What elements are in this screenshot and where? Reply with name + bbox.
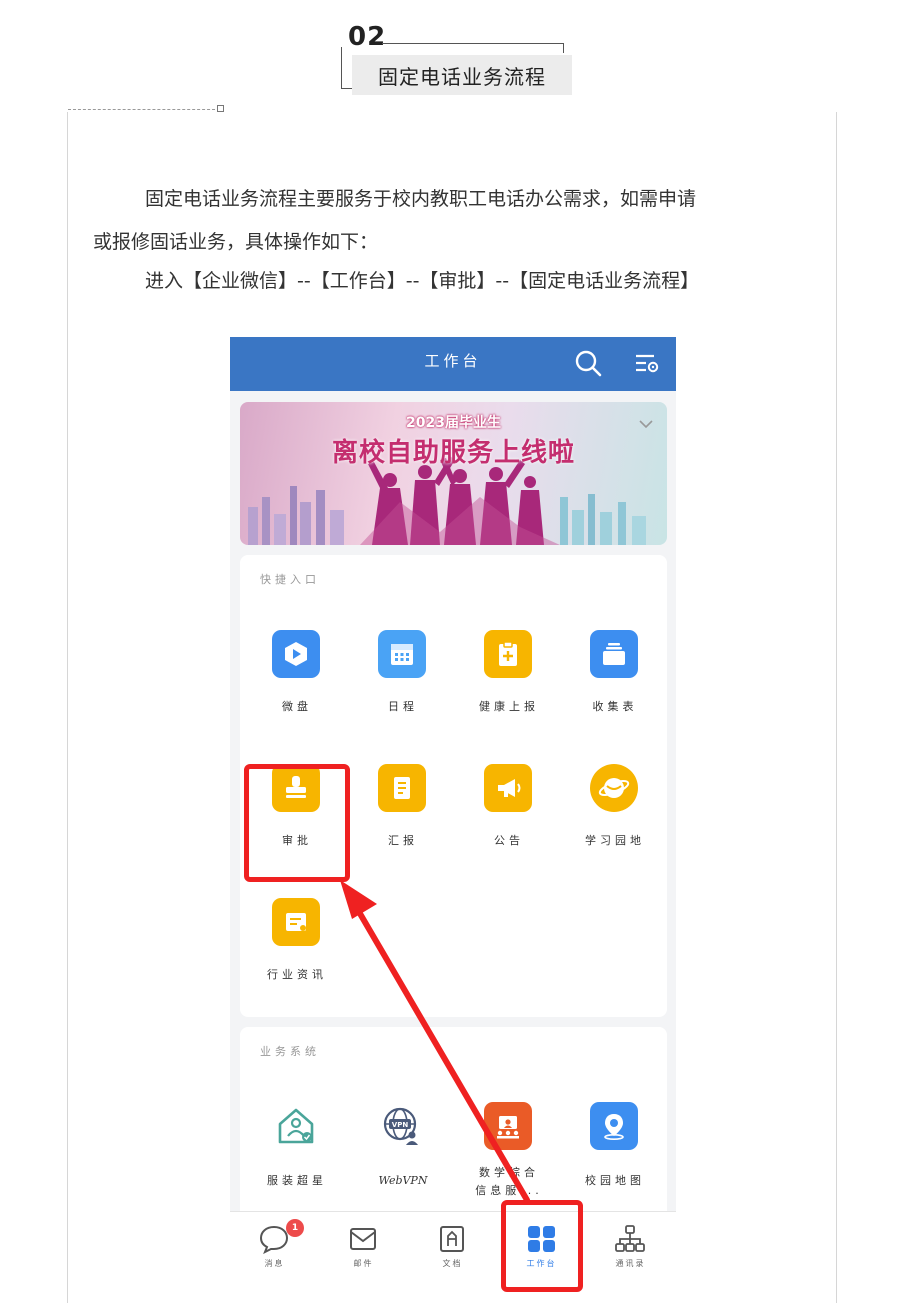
search-icon[interactable] [574,349,604,383]
chevron-down-icon[interactable] [639,414,653,433]
app-label: WebVPN [378,1174,428,1187]
app-label: 服装超星 [267,1174,327,1187]
banner-title: 离校自助服务上线啦 [331,438,575,468]
vpn-globe-icon: VPN [378,1102,426,1150]
nav-messages[interactable]: 1 消息 [230,1212,319,1289]
app-label: 健康上报 [479,700,539,713]
teaching-screen-icon [484,1102,532,1150]
banner-subtitle: 2023届毕业生 [406,415,501,431]
nav-contacts[interactable]: 通讯录 [586,1212,675,1289]
app-label: 数学综合信息服... [475,1166,543,1197]
nav-label: 消息 [264,1259,285,1268]
house-person-icon [272,1102,320,1150]
article-border-right [836,112,837,1303]
app-label: 学习园地 [585,834,645,847]
business-title: 业务系统 [260,1045,320,1058]
nav-mail[interactable]: 邮件 [319,1212,408,1289]
nav-label: 通讯录 [615,1259,646,1268]
news-icon [272,898,320,946]
header-title: 工作台 [424,352,482,370]
article-border-left [67,112,68,1303]
intro-line-1: 固定电话业务流程主要服务于校内教职工电话办公需求，如需申请 [145,188,697,210]
nav-docs[interactable]: 文档 [408,1212,497,1289]
nav-label: 文档 [442,1259,463,1268]
business-card: 业务系统 服装超星 VPN WebVPN 数学综合信息服... 校园地图 [240,1027,667,1227]
app-label: 公告 [494,834,524,847]
workbench-highlight-box [501,1200,583,1292]
unread-badge: 1 [286,1219,304,1237]
weipan-icon [272,630,320,678]
bottom-nav: 1 消息 邮件 文档 工作台 通讯录 [230,1211,676,1289]
promo-banner[interactable]: 2023届毕业生 离校自助服务上线啦 [240,402,667,545]
app-header: 工作台 [230,337,676,391]
planet-icon [590,764,638,812]
approval-highlight-box [244,764,350,882]
app-label: 收集表 [592,700,638,713]
divider-handle [217,105,224,112]
section-title: 固定电话业务流程 [378,64,546,89]
app-label: 行业资讯 [267,968,327,981]
intro-line-3: 进入【企业微信】--【工作台】--【审批】--【固定电话业务流程】 [145,270,700,292]
health-report-icon [484,630,532,678]
nav-label: 邮件 [353,1259,374,1268]
section-title-box: 固定电话业务流程 [352,55,572,95]
section-rule [382,43,564,44]
svg-text:VPN: VPN [392,1121,409,1129]
calendar-icon [378,630,426,678]
collection-form-icon [590,630,638,678]
quick-entry-title: 快捷入口 [260,573,320,586]
intro-line-2: 或报修固话业务，具体操作如下： [93,231,379,253]
settings-icon[interactable] [634,351,660,379]
app-label: 日程 [388,700,418,713]
app-label: 微盘 [282,700,312,713]
mail-icon [347,1224,379,1258]
dashed-divider [68,109,220,110]
report-doc-icon [378,764,426,812]
app-label: 汇报 [388,834,418,847]
app-label: 校园地图 [585,1174,645,1187]
map-pin-icon [590,1102,638,1150]
document-icon [436,1224,468,1258]
megaphone-icon [484,764,532,812]
section-rule-end [563,43,564,53]
org-chart-icon [614,1224,646,1258]
